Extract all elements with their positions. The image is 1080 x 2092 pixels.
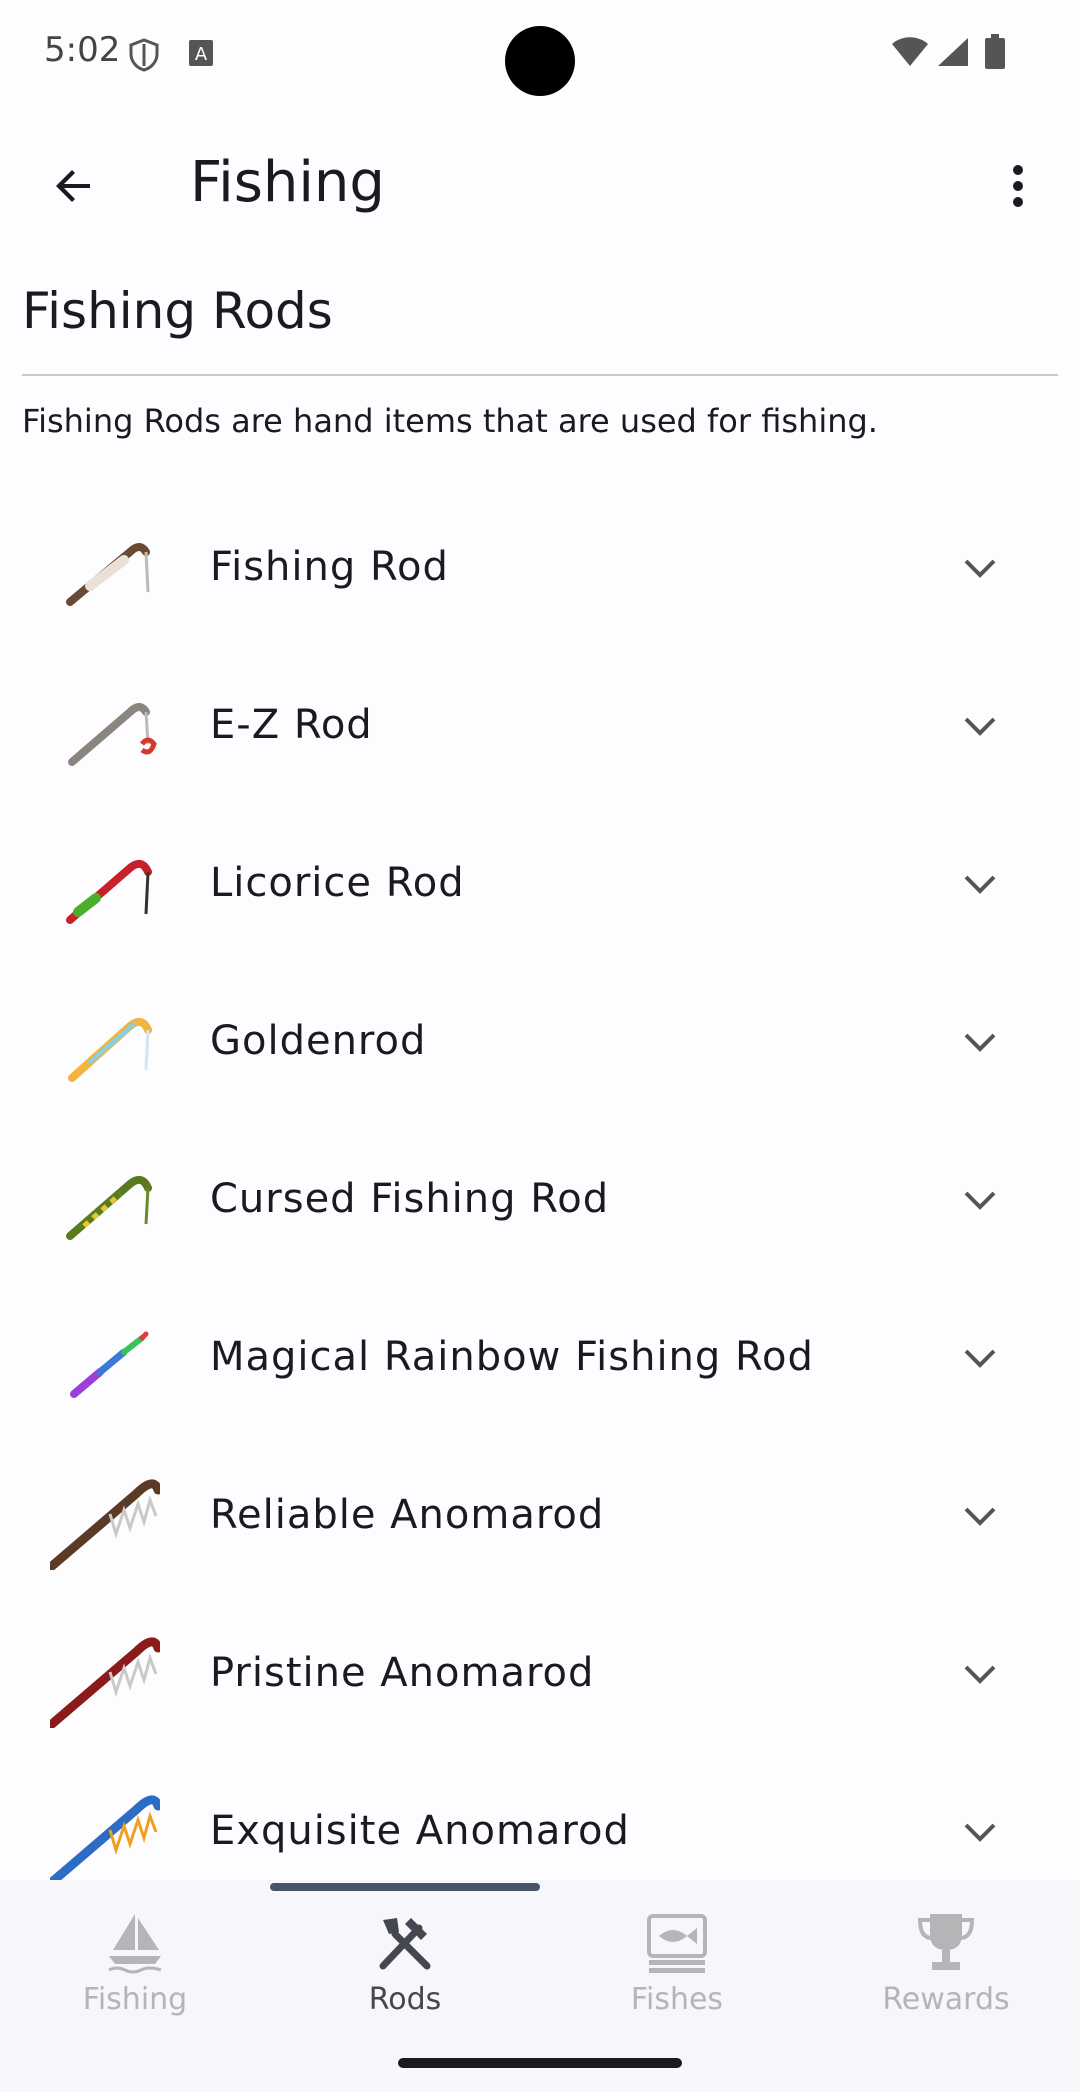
wifi-icon (890, 36, 930, 72)
divider (22, 374, 1058, 376)
nav-item-fishes[interactable]: Fishes (577, 1900, 777, 2040)
chevron-down-icon (964, 717, 996, 736)
rod-label: Exquisite Anomarod (210, 1808, 630, 1854)
chevron-down-icon (964, 1507, 996, 1526)
rod-item-licorice-rod[interactable]: Licorice Rod (0, 808, 1080, 966)
fish-card-icon (647, 1914, 707, 1973)
exquisite-anomarod-icon (50, 1795, 160, 1880)
crossed-tools-icon (379, 1918, 431, 1970)
shield-icon (128, 38, 160, 76)
rod-label: Cursed Fishing Rod (210, 1176, 610, 1222)
rod-label: E-Z Rod (210, 702, 373, 748)
trophy-icon (917, 1914, 975, 1970)
more-vert-icon (1013, 165, 1023, 207)
rod-item-exquisite-anomarod[interactable]: Exquisite Anomarod (0, 1756, 1080, 1880)
arrow-back-icon (56, 170, 90, 202)
rod-label: Pristine Anomarod (210, 1650, 595, 1696)
fishing-rod-icon (66, 543, 150, 606)
chevron-down-icon (964, 875, 996, 894)
rod-item-fishing-rod[interactable]: Fishing Rod (0, 492, 1080, 650)
rainbow-rod-icon (70, 1331, 149, 1398)
pristine-anomarod-icon (50, 1637, 160, 1728)
rod-item-magical-rainbow-fishing-rod[interactable]: Magical Rainbow Fishing Rod (0, 1282, 1080, 1440)
rod-item-pristine-anomarod[interactable]: Pristine Anomarod (0, 1598, 1080, 1756)
nav-label: Fishing (82, 1982, 188, 2017)
battery-icon (984, 34, 1006, 74)
back-button[interactable] (40, 152, 108, 220)
app-title: Fishing (190, 150, 385, 215)
sailboat-icon (108, 1914, 162, 1974)
nav-item-rewards[interactable]: Rewards (846, 1900, 1046, 2040)
home-indicator[interactable] (398, 2058, 682, 2068)
chevron-down-icon (964, 1823, 996, 1842)
rod-label: Reliable Anomarod (210, 1492, 605, 1538)
nav-label: Rewards (882, 1982, 1010, 2017)
rod-list: Fishing Rod E-Z Rod Licorice Rod Goldenr… (0, 492, 1080, 1880)
chevron-down-icon (964, 1349, 996, 1368)
reliable-anomarod-icon (50, 1479, 160, 1570)
active-tab-indicator (270, 1883, 540, 1891)
rod-label: Fishing Rod (210, 544, 449, 590)
rod-label: Licorice Rod (210, 860, 465, 906)
rod-item-goldenrod[interactable]: Goldenrod (0, 966, 1080, 1124)
rod-item-ez-rod[interactable]: E-Z Rod (0, 650, 1080, 808)
signal-icon (936, 36, 970, 72)
chevron-down-icon (964, 1033, 996, 1052)
rod-item-reliable-anomarod[interactable]: Reliable Anomarod (0, 1440, 1080, 1598)
nav-label: Rods (368, 1982, 442, 2017)
chevron-down-icon (964, 1665, 996, 1684)
nav-item-rods[interactable]: Rods (305, 1900, 505, 2040)
goldenrod-icon (68, 1017, 152, 1082)
rod-label: Magical Rainbow Fishing Rod (210, 1334, 814, 1380)
nav-item-fishing[interactable]: Fishing (35, 1900, 235, 2040)
rod-label: Goldenrod (210, 1018, 427, 1064)
chevron-down-icon (964, 1191, 996, 1210)
text-a-icon: A (188, 38, 214, 72)
rod-item-cursed-fishing-rod[interactable]: Cursed Fishing Rod (0, 1124, 1080, 1282)
licorice-rod-icon (66, 859, 152, 924)
section-description: Fishing Rods are hand items that are use… (22, 402, 878, 440)
nav-label: Fishes (630, 1982, 724, 2017)
status-bar: 5:02 A (0, 0, 1080, 110)
app-bar: Fishing (0, 130, 1080, 240)
camera-cutout (505, 26, 575, 96)
svg-text:A: A (195, 44, 208, 65)
cursed-rod-icon (66, 1175, 152, 1240)
ez-rod-icon (68, 703, 157, 766)
chevron-down-icon (964, 559, 996, 578)
section-title: Fishing Rods (22, 282, 333, 340)
more-options-button[interactable] (990, 152, 1046, 220)
status-time: 5:02 (44, 30, 121, 70)
